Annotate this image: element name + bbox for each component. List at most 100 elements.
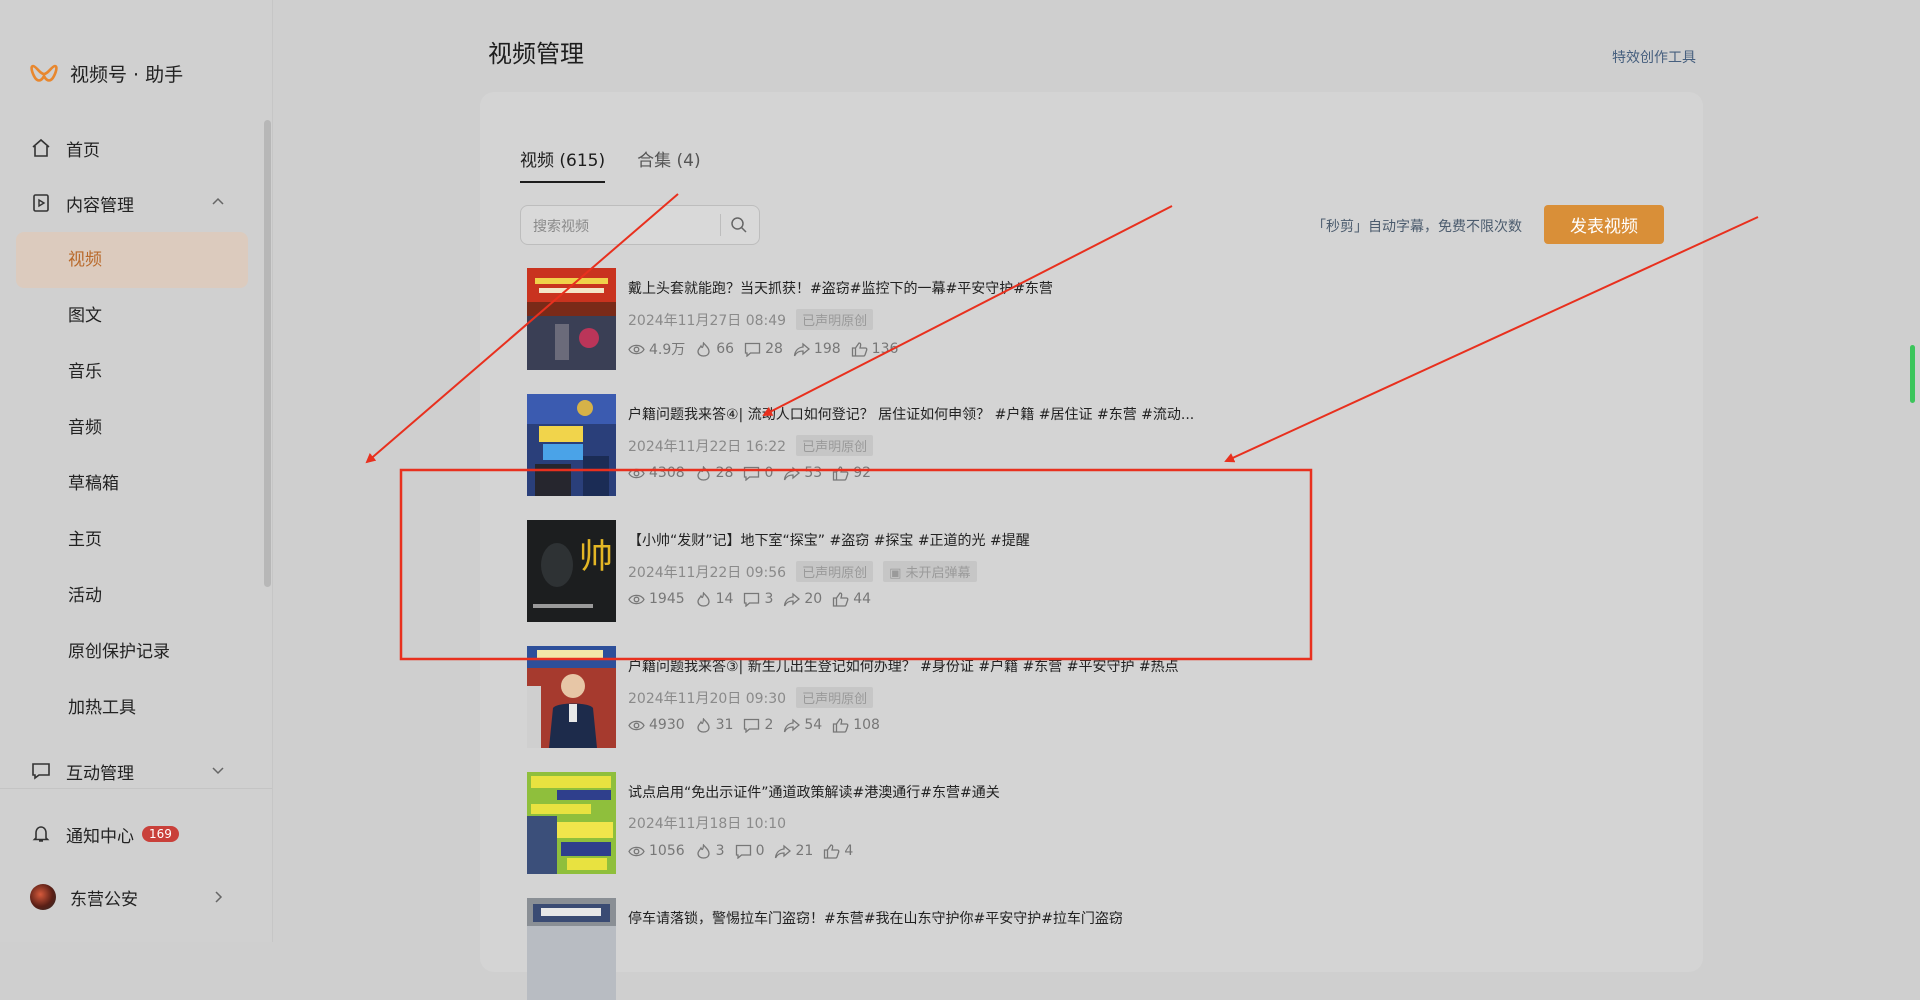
- avatar: [30, 884, 56, 910]
- video-title[interactable]: 户籍问题我来答③| 新生儿出生登记如何办理？ #身份证 #户籍 #东营 #平安守…: [628, 656, 1179, 676]
- video-date: 2024年11月27日 08:49: [628, 312, 787, 329]
- effects-tool-link[interactable]: 特效创作工具: [1612, 47, 1696, 67]
- chevron-right-icon[interactable]: [212, 891, 224, 903]
- sidebar: 视频号 · 助手 首页 内容管理 视频 图文 音乐 音频 草稿箱 主页 活动 原…: [0, 0, 272, 942]
- police-video-thumbnail[interactable]: [527, 268, 616, 370]
- share-icon: [775, 844, 792, 858]
- views-count: 4308: [649, 465, 685, 481]
- like-count: 44: [853, 591, 872, 607]
- page-title: 视频管理: [488, 40, 584, 68]
- flame-icon: [697, 341, 710, 357]
- like-count: 136: [871, 341, 899, 357]
- thumbs-up-icon: [851, 341, 868, 357]
- share-count: 53: [804, 465, 823, 481]
- chevron-down-icon[interactable]: [212, 764, 224, 776]
- thumbs-up-icon: [833, 591, 849, 607]
- comment-count: 28: [765, 341, 783, 357]
- video-row[interactable]: 停车请落锁，警惕拉车门盗窃！#东营#我在山东守护你#平安守护#拉车门盗窃: [527, 898, 1627, 1000]
- app-logo[interactable]: 视频号 · 助手: [30, 60, 183, 87]
- search-box[interactable]: 搜索视频: [520, 205, 760, 245]
- publish-video-button[interactable]: 发表视频: [1544, 205, 1664, 244]
- video-date: 2024年11月22日 09:56: [628, 564, 787, 581]
- tab-videos[interactable]: 视频 (615): [520, 146, 606, 183]
- nav-sub-audio[interactable]: 音频: [68, 411, 102, 445]
- eye-icon: [628, 468, 645, 478]
- nav-sub-activity[interactable]: 活动: [68, 579, 102, 613]
- sidebar-separator: [0, 788, 272, 789]
- nav-sub-drafts[interactable]: 草稿箱: [68, 467, 119, 501]
- eye-icon: [628, 846, 645, 856]
- video-stats: 4.9万 66 28 198 136: [628, 339, 898, 359]
- huji-wenda-thumbnail[interactable]: [527, 394, 616, 496]
- video-meta: 2024年11月20日 09:30 已声明原创: [628, 687, 874, 708]
- nav-sub-music[interactable]: 音乐: [68, 355, 102, 389]
- share-icon: [784, 466, 801, 480]
- auto-subtitle-hint[interactable]: 「秒剪」自动字幕，免费不限次数: [1312, 216, 1522, 236]
- nav-notification-center[interactable]: 通知中心 169: [30, 817, 179, 851]
- heat-count: 3: [715, 843, 725, 859]
- views-count: 1056: [649, 843, 685, 859]
- nav-content-management[interactable]: 内容管理: [30, 186, 134, 220]
- nav-notification-label: 通知中心: [66, 826, 134, 847]
- search-input[interactable]: 搜索视频: [533, 216, 589, 236]
- danmaku-tag: ▣ 未开启弹幕: [883, 561, 977, 582]
- dark-video-thumbnail[interactable]: 帅: [527, 520, 616, 622]
- video-stats: 1056 3 0 21 4: [628, 843, 853, 859]
- original-tag: 已声明原创: [796, 687, 874, 708]
- danmaku-icon: ▣: [889, 566, 906, 581]
- comment-count: 3: [764, 591, 774, 607]
- original-tag: 已声明原创: [796, 309, 874, 330]
- video-row[interactable]: 帅 【小帅“发财”记】地下室“探宝” #盗窃 #探宝 #正道的光 #提醒 202…: [527, 520, 1627, 622]
- nav-home[interactable]: 首页: [30, 131, 100, 165]
- video-title[interactable]: 停车请落锁，警惕拉车门盗窃！#东营#我在山东守护你#平安守护#拉车门盗窃: [628, 908, 1123, 928]
- policy-thumbnail[interactable]: [527, 772, 616, 874]
- views-count: 4.9万: [649, 342, 686, 358]
- nav-sub-homepage[interactable]: 主页: [68, 523, 102, 557]
- channels-logo-icon: [30, 64, 58, 82]
- video-title[interactable]: 户籍问题我来答④| 流动人口如何登记？ 居住证如何申领？ #户籍 #居住证 #东…: [628, 404, 1194, 424]
- nav-sub-original-protection[interactable]: 原创保护记录: [68, 635, 170, 669]
- video-date: 2024年11月20日 09:30: [628, 690, 787, 707]
- sidebar-scrollbar[interactable]: [264, 120, 271, 587]
- flame-icon: [696, 591, 710, 607]
- tab-collections[interactable]: 合集 (4): [637, 146, 700, 183]
- like-count: 92: [853, 465, 872, 481]
- eye-icon: [628, 594, 645, 604]
- nav-sub-article[interactable]: 图文: [68, 299, 102, 333]
- video-title[interactable]: 【小帅“发财”记】地下室“探宝” #盗窃 #探宝 #正道的光 #提醒: [628, 530, 1030, 550]
- video-row[interactable]: 试点启用“免出示证件”通道政策解读#港澳通行#东营#通关 2024年11月18日…: [527, 772, 1627, 874]
- nav-sub-video[interactable]: 视频: [68, 243, 102, 277]
- comment-icon: [30, 760, 52, 782]
- search-separator: [720, 214, 721, 236]
- video-title[interactable]: 戴上头套就能跑？当天抓获！#盗窃#监控下的一幕#平安守护#东营: [628, 278, 1053, 298]
- comment-icon: [744, 718, 760, 733]
- video-row[interactable]: 户籍问题我来答③| 新生儿出生登记如何办理？ #身份证 #户籍 #东营 #平安守…: [527, 646, 1627, 748]
- video-row[interactable]: 户籍问题我来答④| 流动人口如何登记？ 居住证如何申领？ #户籍 #居住证 #东…: [527, 394, 1627, 496]
- account-entry[interactable]: 东营公安: [30, 880, 138, 914]
- comment-icon: [744, 592, 760, 607]
- thumbs-up-icon: [833, 717, 849, 733]
- parking-thumbnail[interactable]: [527, 898, 616, 1000]
- original-tag: 已声明原创: [796, 435, 874, 456]
- nav-interaction-label: 互动管理: [66, 763, 134, 784]
- officer-thumbnail[interactable]: [527, 646, 616, 748]
- chevron-up-icon[interactable]: [212, 196, 224, 208]
- nav-interaction-management[interactable]: 互动管理: [30, 754, 134, 788]
- comment-count: 0: [764, 465, 774, 481]
- comment-icon: [744, 342, 761, 357]
- video-row[interactable]: 戴上头套就能跑？当天抓获！#盗窃#监控下的一幕#平安守护#东营 2024年11月…: [527, 268, 1627, 370]
- page-scrollbar[interactable]: [1910, 345, 1915, 403]
- sidebar-divider: [272, 0, 273, 942]
- video-stats: 4308 28 0 53 92: [628, 465, 871, 481]
- share-icon: [784, 718, 801, 732]
- nav-sub-boost-tool[interactable]: 加热工具: [68, 691, 136, 725]
- share-count: 198: [813, 341, 841, 357]
- views-count: 1945: [649, 591, 685, 607]
- search-icon[interactable]: [730, 216, 748, 234]
- flame-icon: [696, 717, 710, 733]
- views-count: 4930: [649, 717, 685, 733]
- video-title[interactable]: 试点启用“免出示证件”通道政策解读#港澳通行#东营#通关: [628, 782, 1000, 802]
- like-count: 4: [844, 843, 854, 859]
- video-stats: 4930 31 2 54 108: [628, 717, 880, 733]
- comment-icon: [735, 844, 751, 859]
